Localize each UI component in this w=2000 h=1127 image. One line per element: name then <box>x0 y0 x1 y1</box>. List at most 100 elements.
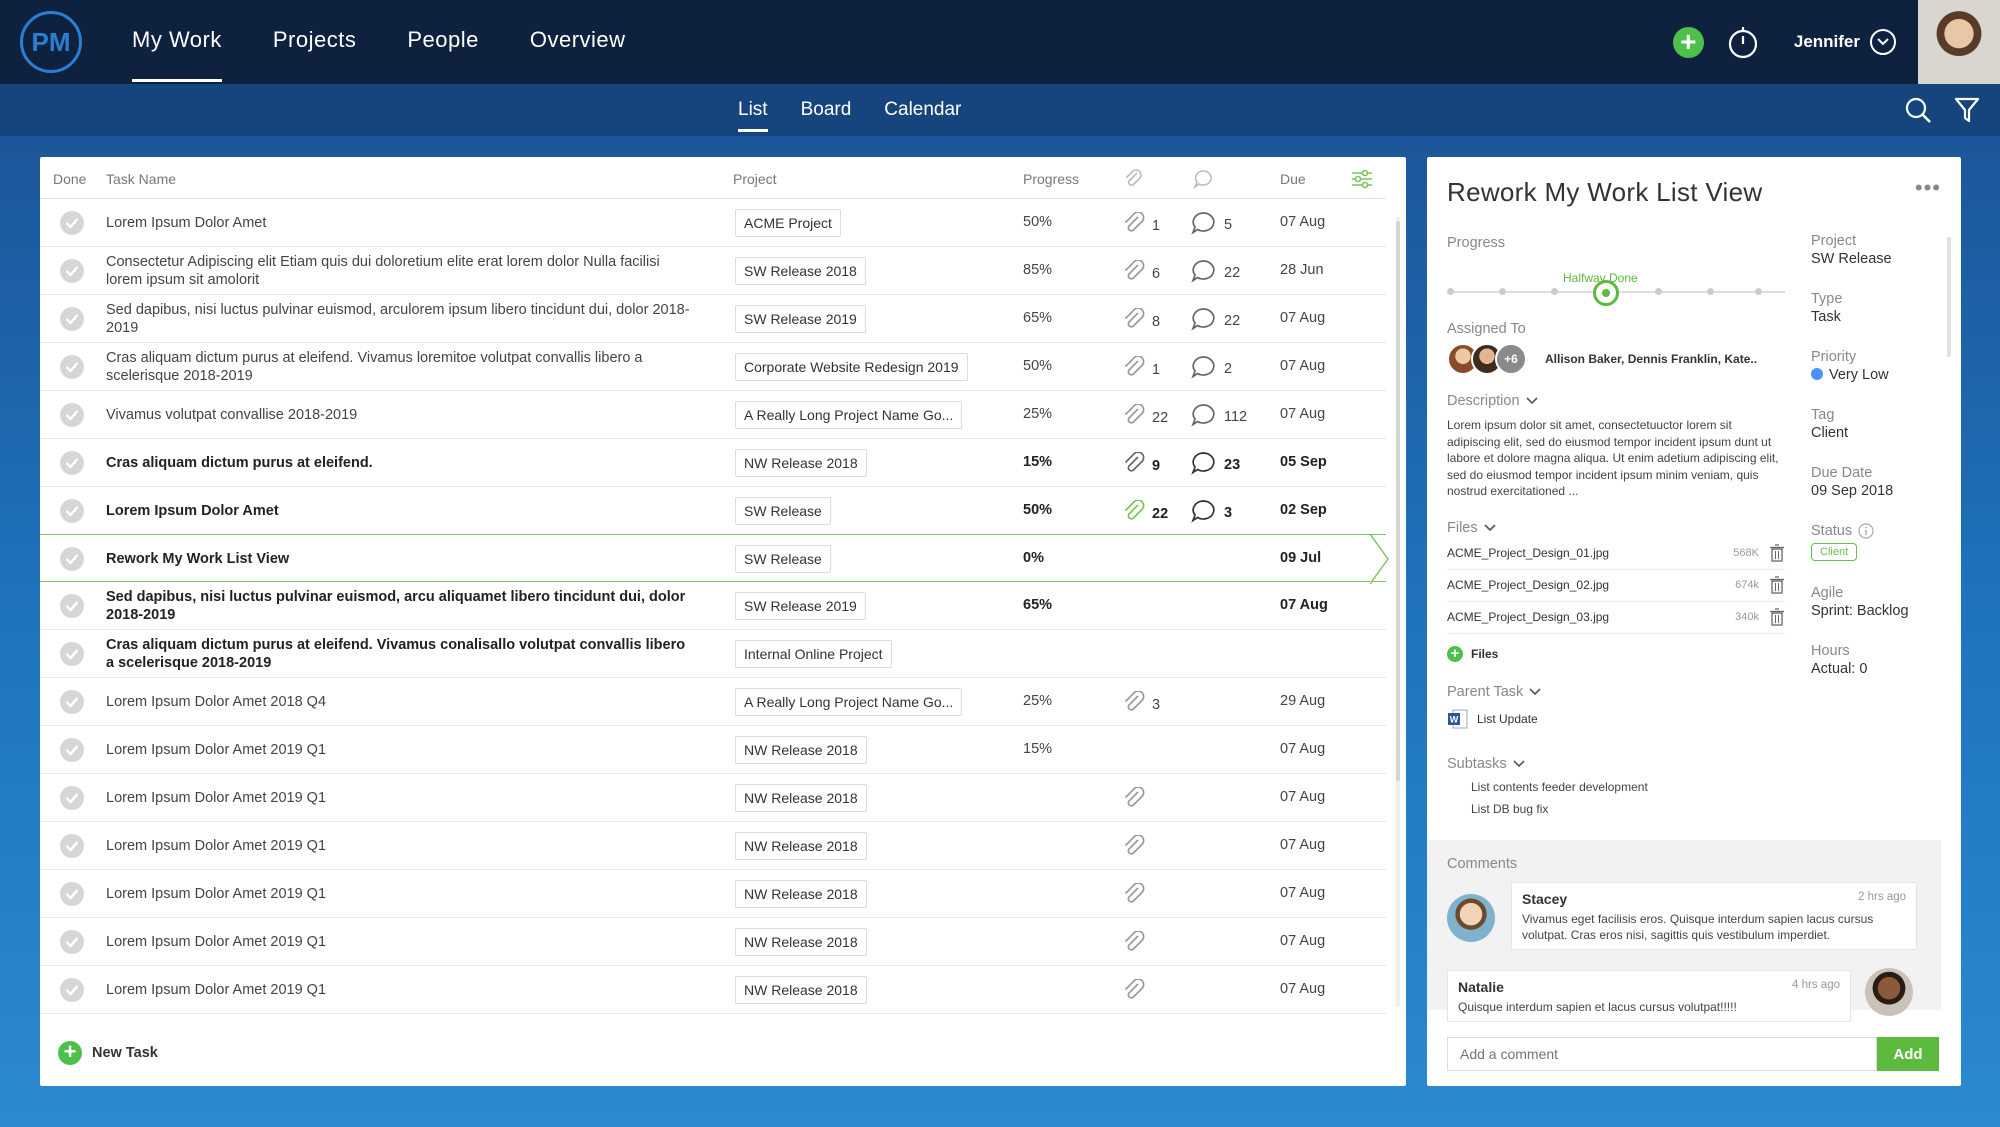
project-tag[interactable]: A Really Long Project Name Go... <box>735 688 963 716</box>
table-row[interactable]: Sed dapibus, nisi luctus pulvinar euismo… <box>40 295 1386 343</box>
parent-task-toggle[interactable]: Parent Task <box>1447 684 1785 700</box>
project-tag[interactable]: SW Release <box>735 545 831 573</box>
attachment-count[interactable]: 6 <box>1122 259 1160 288</box>
project-tag[interactable]: NW Release 2018 <box>735 832 867 860</box>
comment-count[interactable]: 23 <box>1190 451 1240 479</box>
done-checkbox[interactable] <box>60 690 84 714</box>
project-tag[interactable]: NW Release 2018 <box>735 976 867 1004</box>
done-checkbox[interactable] <box>60 355 84 379</box>
file-name[interactable]: ACME_Project_Design_03.jpg <box>1447 610 1609 624</box>
prop-due-date[interactable]: Due Date 09 Sep 2018 <box>1811 465 1951 499</box>
tab-list[interactable]: List <box>738 84 768 136</box>
project-tag[interactable]: NW Release 2018 <box>735 449 867 477</box>
comment-count[interactable]: 22 <box>1190 259 1240 287</box>
header-done[interactable]: Done <box>53 171 86 187</box>
table-row[interactable]: Lorem Ipsum Dolor Amet ACME Project 50% 1 5 0… <box>40 199 1386 247</box>
task-name[interactable]: Cras aliquam dictum purus at eleifend. <box>106 439 696 487</box>
attachment-count[interactable]: 9 <box>1122 451 1160 480</box>
comment-count[interactable]: 22 <box>1190 307 1240 335</box>
attachment-count[interactable] <box>1122 786 1152 815</box>
comment-count[interactable]: 3 <box>1190 499 1232 527</box>
table-row[interactable]: Lorem Ipsum Dolor Amet 2018 Q4 A Really L… <box>40 678 1386 726</box>
search-icon[interactable] <box>1904 96 1932 124</box>
task-name[interactable]: Lorem Ipsum Dolor Amet <box>106 199 696 247</box>
tab-board[interactable]: Board <box>801 84 852 136</box>
prop-status[interactable]: Status Client <box>1811 523 1951 561</box>
header-task-name[interactable]: Task Name <box>106 171 176 187</box>
chevron-down-icon[interactable] <box>1870 29 1896 55</box>
user-avatar[interactable] <box>1918 0 2000 84</box>
prop-tag[interactable]: Tag Client <box>1811 407 1951 441</box>
file-item[interactable]: ACME_Project_Design_03.jpg 340k <box>1447 602 1785 634</box>
comment-author[interactable]: Natalie <box>1458 979 1840 995</box>
table-row[interactable]: Cras aliquam dictum purus at eleifend. V… <box>40 630 1386 678</box>
header-due[interactable]: Due <box>1280 171 1306 187</box>
prop-hours[interactable]: Hours Actual: 0 <box>1811 643 1951 677</box>
comment-count[interactable]: 2 <box>1190 355 1232 383</box>
subtask-item[interactable]: List DB bug fix <box>1471 798 1785 820</box>
table-row[interactable]: Lorem Ipsum Dolor Amet SW Release 50% 22 3 02… <box>40 487 1386 535</box>
prop-agile[interactable]: Agile Sprint: Backlog <box>1811 585 1951 619</box>
attachment-count[interactable]: 22 <box>1122 499 1168 528</box>
add-icon[interactable]: + <box>1672 26 1704 58</box>
attachment-count[interactable]: 1 <box>1122 211 1160 240</box>
table-row[interactable]: Cras aliquam dictum purus at eleifend. NW… <box>40 439 1386 487</box>
files-toggle[interactable]: Files <box>1447 520 1785 536</box>
table-row[interactable]: Vivamus volutpat convallise 2018-2019 A R… <box>40 391 1386 439</box>
tab-calendar[interactable]: Calendar <box>884 84 961 136</box>
project-tag[interactable]: ACME Project <box>735 209 841 237</box>
done-checkbox[interactable] <box>60 403 84 427</box>
new-task-button[interactable]: + New Task <box>58 1041 158 1065</box>
task-name[interactable]: Sed dapibus, nisi luctus pulvinar euismo… <box>106 295 696 343</box>
table-row[interactable]: Consectetur Adipiscing elit Etiam quis d… <box>40 247 1386 295</box>
task-name[interactable]: Consectetur Adipiscing elit Etiam quis d… <box>106 247 696 295</box>
done-checkbox[interactable] <box>60 259 84 283</box>
task-name[interactable]: Lorem Ipsum Dolor Amet 2019 Q1 <box>106 726 696 774</box>
task-name[interactable]: Lorem Ipsum Dolor Amet <box>106 487 696 535</box>
comment-author[interactable]: Stacey <box>1522 891 1906 907</box>
project-tag[interactable]: NW Release 2018 <box>735 880 867 908</box>
comment-count[interactable]: 5 <box>1190 211 1232 239</box>
task-name[interactable]: Cras aliquam dictum purus at eleifend. V… <box>106 343 696 391</box>
done-checkbox[interactable] <box>60 930 84 954</box>
attachment-count[interactable] <box>1122 882 1152 911</box>
filter-icon[interactable] <box>1954 96 1980 124</box>
attachment-count[interactable] <box>1122 930 1152 959</box>
app-logo[interactable]: PM <box>20 11 82 73</box>
file-item[interactable]: ACME_Project_Design_01.jpg 568K <box>1447 538 1785 570</box>
assignees[interactable]: +6 Allison Baker, Dennis Franklin, Kate.… <box>1447 343 1785 375</box>
subtask-item[interactable]: List contents feeder development <box>1471 776 1785 798</box>
comment-count[interactable]: 112 <box>1190 403 1247 431</box>
attachment-count[interactable]: 22 <box>1122 403 1168 432</box>
attachment-count[interactable] <box>1122 978 1152 1007</box>
project-tag[interactable]: SW Release 2019 <box>735 305 866 333</box>
task-name[interactable]: Vivamus volutpat convallise 2018-2019 <box>106 391 696 439</box>
user-name[interactable]: Jennifer <box>1794 32 1860 52</box>
done-checkbox[interactable] <box>60 451 84 475</box>
header-project[interactable]: Project <box>733 171 777 187</box>
project-tag[interactable]: NW Release 2018 <box>735 928 867 956</box>
done-checkbox[interactable] <box>60 547 84 571</box>
project-tag[interactable]: Corporate Website Redesign 2019 <box>735 353 968 381</box>
comment-input[interactable] <box>1447 1037 1877 1071</box>
nav-people[interactable]: People <box>407 0 479 84</box>
attachment-count[interactable]: 3 <box>1122 690 1160 719</box>
detail-scrollbar[interactable] <box>1947 237 1951 357</box>
file-item[interactable]: ACME_Project_Design_02.jpg 674k <box>1447 570 1785 602</box>
table-row[interactable]: Lorem Ipsum Dolor Amet 2019 Q1 NW Release… <box>40 870 1386 918</box>
task-name[interactable]: Rework My Work List View <box>106 535 696 583</box>
project-tag[interactable]: Internal Online Project <box>735 640 892 668</box>
done-checkbox[interactable] <box>60 642 84 666</box>
task-name[interactable]: Cras aliquam dictum purus at eleifend. V… <box>106 630 696 678</box>
project-tag[interactable]: NW Release 2018 <box>735 784 867 812</box>
done-checkbox[interactable] <box>60 307 84 331</box>
file-name[interactable]: ACME_Project_Design_01.jpg <box>1447 546 1609 560</box>
done-checkbox[interactable] <box>60 499 84 523</box>
attachment-count[interactable]: 1 <box>1122 355 1160 384</box>
table-row[interactable]: Lorem Ipsum Dolor Amet 2019 Q1 NW Release… <box>40 774 1386 822</box>
timer-icon[interactable] <box>1726 25 1760 59</box>
task-name[interactable]: Lorem Ipsum Dolor Amet 2019 Q1 <box>106 918 696 966</box>
trash-icon[interactable] <box>1769 608 1785 626</box>
attachment-count[interactable]: 8 <box>1122 307 1160 336</box>
file-name[interactable]: ACME_Project_Design_02.jpg <box>1447 578 1609 592</box>
